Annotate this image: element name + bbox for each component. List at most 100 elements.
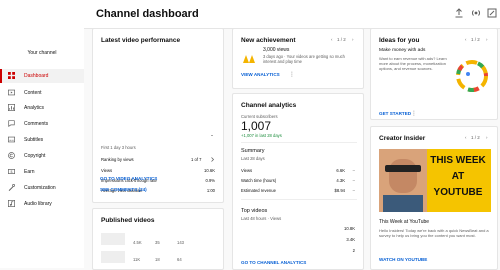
sidebar-item-copyright[interactable]: Copyright [0, 149, 84, 163]
summary-revenue-label: Estimated revenue [241, 188, 276, 193]
channel-analytics-card: Channel analytics Current subscribers 1,… [232, 93, 364, 270]
published-videos-card: Published videos 4.5K 35 143 11K 18 64 [92, 208, 224, 270]
more-options-icon[interactable]: ⋮ [411, 110, 417, 117]
earn-icon: $ [8, 169, 15, 174]
presenter-image [379, 149, 427, 212]
sidebar-item-label: Subtitles [24, 137, 44, 143]
video-thumbnail[interactable] [101, 233, 125, 245]
subscribers-delta: +1,007 in last 28 days [241, 133, 282, 138]
ideas-headline: Make money with ads [379, 48, 426, 53]
comments-icon [8, 120, 15, 127]
summary-revenue-value: $8.94 [334, 188, 345, 193]
ctr-value: 0.9% [205, 178, 215, 183]
pager-prev-icon[interactable]: ‹ [465, 135, 467, 140]
sidebar-item-customization[interactable]: Customization [0, 181, 84, 195]
video-thumbnail[interactable] [101, 51, 217, 135]
ideas-card: Ideas for you ‹ 1 / 2 › Make money with … [370, 28, 498, 120]
sidebar-item-earn[interactable]: $ Earn [0, 165, 84, 179]
pager-count: 1 / 2 [337, 37, 346, 42]
summary-watch-label: Watch time (hours) [241, 178, 277, 183]
upload-icon[interactable] [454, 8, 464, 18]
watch-on-youtube-link[interactable]: WATCH ON YOUTUBE [379, 257, 427, 262]
sidebar-channel-title: Your channel [27, 50, 57, 56]
go-to-channel-analytics-link[interactable]: GO TO CHANNEL ANALYTICS [241, 260, 306, 265]
insider-body: Hello Insiders! Today we're back with a … [379, 228, 489, 239]
top-videos-period: Last 48 hours · Views [241, 216, 282, 221]
divider [241, 142, 357, 143]
views-stat: 4.5K [133, 240, 142, 245]
top-video-views: 10.8K [344, 226, 355, 231]
pager-next-icon[interactable]: › [486, 135, 488, 140]
creator-insider-card: Creator Insider ‹ 1 / 2 › THIS WEEK AT Y… [370, 126, 498, 270]
go-to-video-analytics-link[interactable]: GO TO VIDEO ANALYTICS [100, 176, 157, 181]
sidebar-item-dashboard[interactable]: Dashboard [0, 69, 84, 83]
divider [241, 199, 357, 200]
top-video-views: 3.4K [346, 237, 355, 242]
sidebar-item-label: Analytics [24, 105, 45, 111]
summary-watch-value: 4.3K [336, 178, 345, 183]
sidebar-item-comments[interactable]: Comments [0, 117, 84, 131]
ideas-body: Want to earn revenue with ads? Learn mor… [379, 56, 447, 72]
view-analytics-link[interactable]: VIEW ANALYTICS [241, 72, 280, 77]
more-options-icon[interactable]: ⋮ [289, 71, 295, 78]
sidebar-item-label: Dashboard [24, 73, 49, 79]
see-comments-link[interactable]: SEE COMMENTS (24) [100, 187, 147, 192]
content-icon [8, 89, 15, 96]
avd-value: 1:00 [206, 188, 215, 193]
sidebar-item-analytics[interactable]: Analytics [0, 101, 84, 115]
achievement-headline: 3,000 views [263, 47, 290, 53]
pager-prev-icon[interactable]: ‹ [331, 37, 333, 42]
pager-count: 1 / 2 [471, 135, 480, 140]
insider-video-title: This Week at YouTube [379, 219, 430, 225]
pager-next-icon[interactable]: › [352, 37, 354, 42]
customization-icon [8, 184, 15, 191]
sidebar: Your channel Dashboard Content Analytics… [0, 0, 84, 268]
money-illustration-icon [456, 60, 488, 92]
sidebar-item-label: Customization [24, 185, 56, 191]
achievement-sub: 3 days ago · Your videos are getting so … [263, 54, 345, 65]
summary-views-value: 6.6K [336, 168, 345, 173]
subscribers-value: 1,007 [241, 119, 272, 133]
comments-stat: 18 [155, 257, 160, 262]
card-title: Published videos [101, 217, 155, 224]
card-title: New achievement [241, 37, 296, 44]
sidebar-item-subtitles[interactable]: Subtitles [0, 133, 84, 147]
views-label: Views [101, 168, 113, 173]
dash-icon: – [352, 168, 355, 173]
views-stat: 11K [133, 257, 141, 262]
pager-prev-icon[interactable]: ‹ [465, 37, 467, 42]
video-thumbnail[interactable] [101, 251, 125, 263]
card-title: Channel analytics [241, 102, 297, 109]
svg-text:$: $ [11, 170, 13, 174]
sidebar-item-label: Copyright [24, 153, 46, 159]
top-videos-title: Top videos [241, 208, 268, 214]
create-post-icon[interactable] [487, 8, 497, 18]
likes-stat: 64 [177, 257, 182, 262]
ranking-value: 1 of 7 [191, 157, 202, 162]
go-live-icon[interactable] [471, 8, 481, 18]
pager-next-icon[interactable]: › [486, 37, 488, 42]
card-title: Ideas for you [379, 37, 420, 44]
celebration-icon [243, 55, 255, 63]
first-period: First 1 day 3 hours [101, 145, 136, 150]
sidebar-item-label: Comments [24, 121, 49, 127]
chevron-right-icon[interactable] [210, 157, 215, 162]
summary-period: Last 28 days [241, 156, 265, 161]
sidebar-item-content[interactable]: Content [0, 86, 84, 100]
top-video-views: 2 [352, 248, 355, 253]
ranking-label: Ranking by views [101, 157, 134, 162]
header: Channel dashboard [84, 0, 500, 29]
page-title: Channel dashboard [96, 8, 199, 20]
sidebar-item-label: Audio library [24, 201, 52, 207]
summary-title: Summary [241, 148, 265, 154]
pager-count: 1 / 2 [471, 37, 480, 42]
sidebar-item-audio-library[interactable]: Audio library [0, 197, 84, 211]
thumbnail-text: THIS WEEK AT YOUTUBE [430, 155, 486, 198]
analytics-icon [8, 104, 15, 111]
insider-thumbnail[interactable]: THIS WEEK AT YOUTUBE [379, 149, 491, 212]
audio-library-icon [8, 200, 15, 207]
get-started-link[interactable]: GET STARTED [379, 111, 411, 116]
comments-stat: 35 [155, 240, 160, 245]
card-title: Creator Insider [379, 135, 426, 142]
sidebar-item-label: Earn [24, 169, 35, 175]
